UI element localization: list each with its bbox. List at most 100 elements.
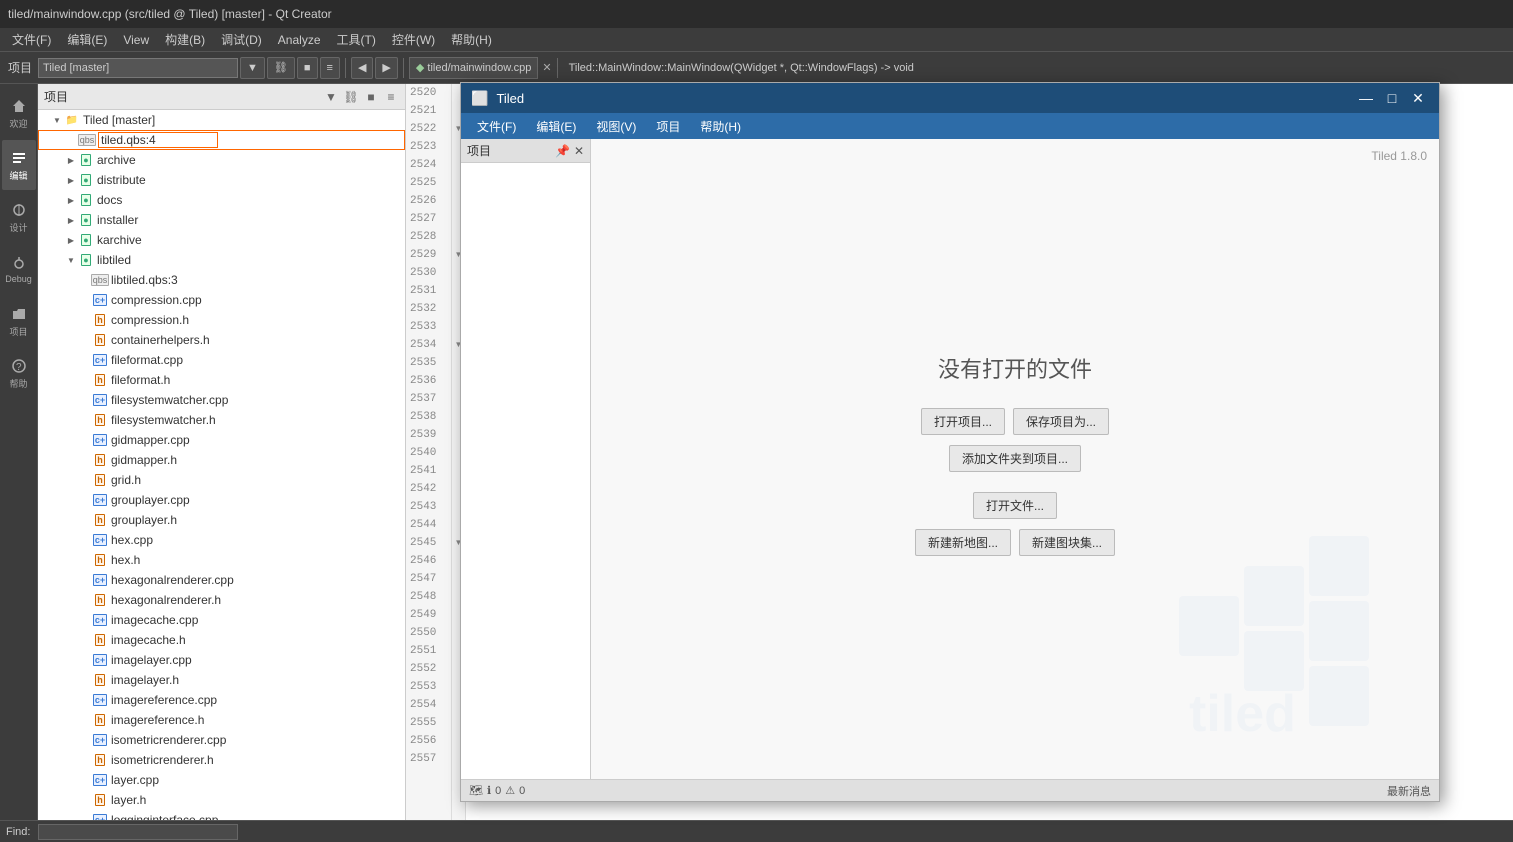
tiled-menu-project[interactable]: 项目 [646, 116, 690, 137]
menu-view[interactable]: View [115, 31, 157, 49]
tiled-project-pin-icon[interactable]: 📌 [555, 144, 570, 158]
tree-item-compression-cpp[interactable]: c+ compression.cpp [38, 290, 405, 310]
tree-item-imageref-h[interactable]: h imagereference.h [38, 710, 405, 730]
tree-item-gidmapper-h[interactable]: h gidmapper.h [38, 450, 405, 470]
project-link-icon[interactable]: ⛓ [343, 89, 359, 105]
toolbar-link-btn[interactable]: ⛓ [267, 57, 295, 79]
tree-item-libtiled[interactable]: ▼ ● libtiled [38, 250, 405, 270]
tree-item-isorend-h[interactable]: h isometricrenderer.h [38, 750, 405, 770]
tiled-add-folder-btn[interactable]: 添加文件夹到项目... [949, 445, 1081, 472]
tree-item-imageref-cpp[interactable]: c+ imagereference.cpp [38, 690, 405, 710]
sidebar-welcome-btn[interactable]: 欢迎 [2, 88, 36, 138]
tree-item-logging-cpp[interactable]: c+ logginginterface.cpp [38, 810, 405, 820]
tiled-minimize-btn[interactable]: — [1355, 87, 1377, 109]
tiled-project-close-icon[interactable]: ✕ [574, 144, 584, 158]
menu-file[interactable]: 文件(F) [4, 29, 59, 50]
tiled-menu-view[interactable]: 视图(V) [586, 116, 646, 137]
tree-item-filesystemwatcher-h[interactable]: h filesystemwatcher.h [38, 410, 405, 430]
tiled-open-file-row: 打开文件... [973, 492, 1057, 519]
tree-item-gidmapper-cpp[interactable]: c+ gidmapper.cpp [38, 430, 405, 450]
tree-root[interactable]: ▼ 📁 Tiled [master] [38, 110, 405, 130]
sidebar-design-btn[interactable]: 设计 [2, 192, 36, 242]
tiled-menu-help[interactable]: 帮助(H) [690, 116, 751, 137]
tree-karchive-label: karchive [97, 233, 142, 247]
tiled-app-window: ⬜ Tiled — □ ✕ 文件(F) 编辑(E) 视图(V) 项目 帮助(H)… [460, 82, 1440, 802]
tree-item-isorend-cpp[interactable]: c+ isometricrenderer.cpp [38, 730, 405, 750]
tiled-menu-file[interactable]: 文件(F) [467, 116, 526, 137]
tree-hexrend-cpp-icon: c+ [92, 572, 108, 588]
file-tab[interactable]: ◆ tiled/mainwindow.cpp [409, 57, 538, 79]
tree-item-karchive[interactable]: ▶ ● karchive [38, 230, 405, 250]
sidebar-debug-btn[interactable]: Debug [2, 244, 36, 294]
tiled-title-text: Tiled [496, 91, 1351, 106]
tree-item-imagecache-cpp[interactable]: c+ imagecache.cpp [38, 610, 405, 630]
tree-item-hexrend-h[interactable]: h hexagonalrenderer.h [38, 590, 405, 610]
tiled-new-tileset-btn[interactable]: 新建图块集... [1019, 529, 1115, 556]
left-sidebar: 欢迎 编辑 设计 Debug 项目 ? [0, 84, 38, 820]
tree-item-imagelayer-cpp[interactable]: c+ imagelayer.cpp [38, 650, 405, 670]
tree-item-installer[interactable]: ▶ ● installer [38, 210, 405, 230]
tree-item-docs[interactable]: ▶ ● docs [38, 190, 405, 210]
tree-item-grouplayer-h[interactable]: h grouplayer.h [38, 510, 405, 530]
tree-item-containerhelpers-h[interactable]: h containerhelpers.h [38, 330, 405, 350]
tree-item-imagecache-h[interactable]: h imagecache.h [38, 630, 405, 650]
menu-debug[interactable]: 调试(D) [213, 29, 270, 50]
tiled-maximize-btn[interactable]: □ [1381, 87, 1403, 109]
sidebar-help-btn[interactable]: ? 帮助 [2, 348, 36, 398]
tiled-close-btn[interactable]: ✕ [1407, 87, 1429, 109]
tree-item-fileformat-h[interactable]: h fileformat.h [38, 370, 405, 390]
menu-build[interactable]: 构建(B) [157, 29, 213, 50]
toolbar-back-btn[interactable]: ◀ [351, 57, 373, 79]
tree-containerhelpers-label: containerhelpers.h [111, 333, 210, 347]
tree-item-rename-input[interactable] [98, 132, 218, 148]
tree-item-hex-h[interactable]: h hex.h [38, 550, 405, 570]
tiled-info-count: 0 [495, 785, 501, 797]
tree-installer-label: installer [97, 213, 138, 227]
tree-grouplayer-h-label: grouplayer.h [111, 513, 177, 527]
tree-item-grid-h[interactable]: h grid.h [38, 470, 405, 490]
sidebar-project-btn[interactable]: 项目 [2, 296, 36, 346]
tree-item-layer-cpp[interactable]: c+ layer.cpp [38, 770, 405, 790]
project-selector[interactable]: Tiled [master] [38, 58, 238, 78]
tree-item-compression-h[interactable]: h compression.h [38, 310, 405, 330]
tree-item-hexrend-cpp[interactable]: c+ hexagonalrenderer.cpp [38, 570, 405, 590]
project-collapse-icon[interactable]: ≡ [383, 89, 399, 105]
tree-item-fileformat-cpp[interactable]: c+ fileformat.cpp [38, 350, 405, 370]
tiled-menu-edit[interactable]: 编辑(E) [526, 116, 586, 137]
tree-docs-icon: ● [78, 192, 94, 208]
tiled-new-map-btn[interactable]: 新建新地图... [915, 529, 1011, 556]
tiled-open-file-btn[interactable]: 打开文件... [973, 492, 1057, 519]
tree-item-distribute[interactable]: ▶ ● distribute [38, 170, 405, 190]
tree-item-layer-h[interactable]: h layer.h [38, 790, 405, 810]
tree-item-grouplayer-cpp[interactable]: c+ grouplayer.cpp [38, 490, 405, 510]
sidebar-edit-btn[interactable]: 编辑 [2, 140, 36, 190]
toolbar-collapse-btn[interactable]: ≡ [320, 57, 340, 79]
tree-item-imagelayer-h[interactable]: h imagelayer.h [38, 670, 405, 690]
tree-compression-cpp-icon: c+ [92, 292, 108, 308]
project-pin-icon[interactable]: ■ [363, 89, 379, 105]
tree-item-hex-cpp[interactable]: c+ hex.cpp [38, 530, 405, 550]
menu-edit[interactable]: 编辑(E) [59, 29, 115, 50]
find-input[interactable] [38, 824, 238, 840]
menu-help[interactable]: 帮助(H) [443, 29, 500, 50]
tree-hex-h-label: hex.h [111, 553, 140, 567]
menu-analyze[interactable]: Analyze [270, 31, 329, 49]
menu-tools[interactable]: 工具(T) [329, 29, 384, 50]
toolbar-lock-btn[interactable]: ■ [297, 57, 318, 79]
tree-grid-h-icon: h [92, 472, 108, 488]
tree-item-libtiled-qbs[interactable]: qbs libtiled.qbs:3 [38, 270, 405, 290]
tab-close-btn[interactable]: ✕ [542, 61, 551, 74]
tree-layer-h-icon: h [92, 792, 108, 808]
project-filter-icon[interactable]: ▼ [323, 89, 339, 105]
tree-item-tiled-qbs[interactable]: qbs [38, 130, 405, 150]
tree-karchive-arrow: ▶ [64, 236, 78, 245]
toolbar-forward-btn[interactable]: ▶ [375, 57, 397, 79]
tree-imagecache-h-label: imagecache.h [111, 633, 186, 647]
tiled-open-project-btn[interactable]: 打开项目... [921, 408, 1005, 435]
tree-item-archive[interactable]: ▶ ● archive [38, 150, 405, 170]
svg-text:?: ? [16, 362, 22, 373]
toolbar-filter-btn[interactable]: ▼ [240, 57, 265, 79]
tiled-save-project-btn[interactable]: 保存项目为... [1013, 408, 1109, 435]
menu-controls[interactable]: 控件(W) [384, 29, 443, 50]
tree-item-filesystemwatcher-cpp[interactable]: c+ filesystemwatcher.cpp [38, 390, 405, 410]
